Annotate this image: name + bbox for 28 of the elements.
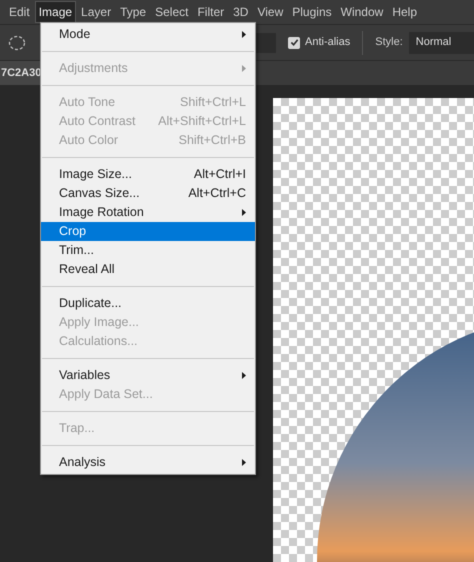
menu-item[interactable]: Image Rotation	[41, 203, 255, 222]
menu-bar-item[interactable]: Select	[151, 1, 192, 23]
menu-bar-item[interactable]: Help	[388, 1, 421, 23]
menu-item[interactable]: Crop	[41, 222, 255, 241]
anti-alias-label: Anti-alias	[305, 35, 350, 50]
menu-bar-item[interactable]: View	[253, 1, 288, 23]
menu-item[interactable]: Mode	[41, 25, 255, 44]
menu-item[interactable]: Variables	[41, 366, 255, 385]
menu-item[interactable]: Reveal All	[41, 260, 255, 279]
menu-bar-item[interactable]: Plugins	[288, 1, 336, 23]
menu-bar-item[interactable]: Window	[336, 1, 388, 23]
menu-bar-item[interactable]: Image	[34, 1, 76, 23]
elliptical-marquee-icon[interactable]	[8, 34, 26, 52]
menu-bar-item[interactable]: Layer	[77, 1, 116, 23]
menu-bar-item[interactable]: Edit	[5, 1, 34, 23]
anti-alias-checkbox[interactable]	[288, 36, 300, 48]
style-dropdown[interactable]: Normal	[408, 32, 474, 54]
menu-item[interactable]: Image Size... Alt+Ctrl+I	[41, 165, 255, 184]
menu-item[interactable]: Canvas Size... Alt+Ctrl+C	[41, 184, 255, 203]
menu-bar-item[interactable]: Filter	[193, 1, 228, 23]
menu-item[interactable]: Duplicate...	[41, 294, 255, 313]
menu-bar-item[interactable]: Type	[116, 1, 150, 23]
number-field[interactable]	[256, 32, 276, 52]
style-label: Style:	[375, 35, 403, 50]
menu-item[interactable]: Analysis	[41, 453, 255, 472]
menu-item[interactable]: Trim...	[41, 241, 255, 260]
menu-bar-item[interactable]: 3D	[229, 1, 252, 23]
document-tab[interactable]: 7C2A30	[0, 61, 42, 85]
